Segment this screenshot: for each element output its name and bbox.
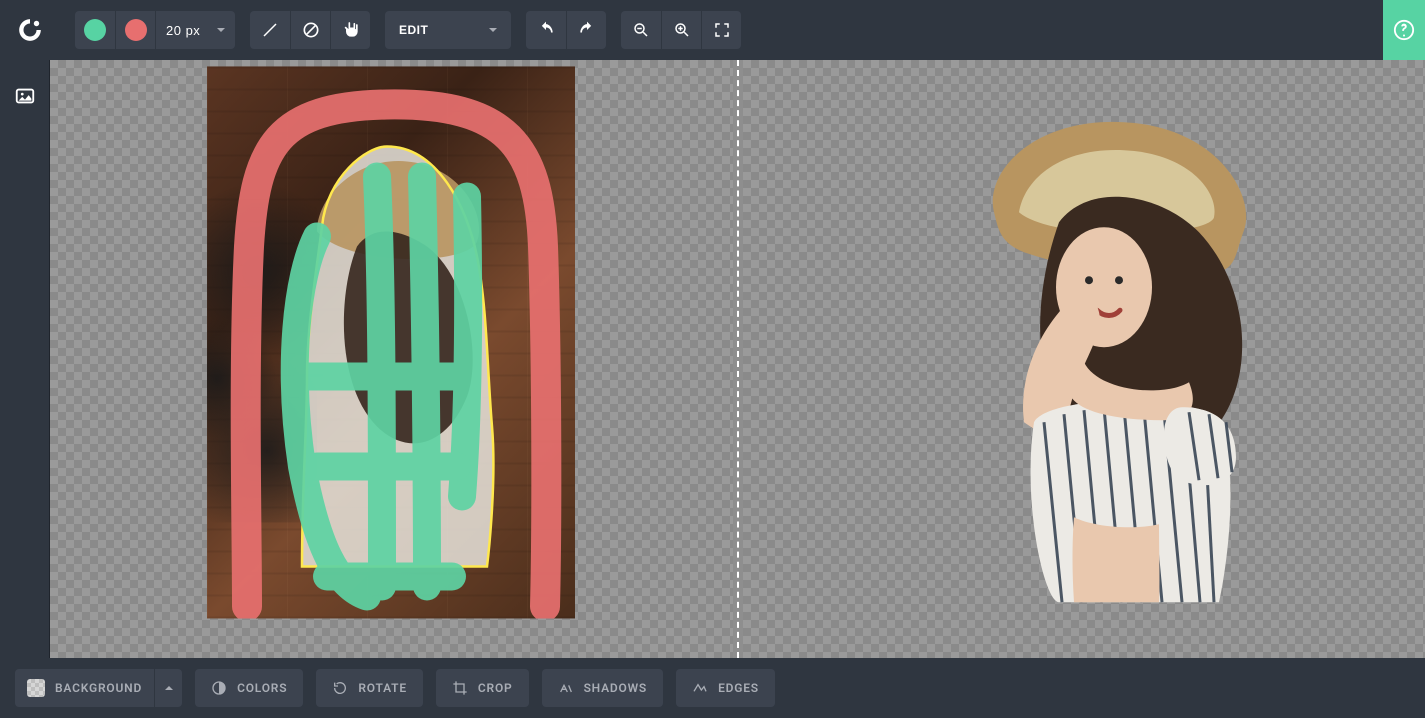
- edit-mode-dropdown[interactable]: EDIT: [385, 11, 511, 49]
- top-toolbar: 20 px EDIT: [0, 0, 1425, 60]
- shadows-label: SHADOWS: [584, 681, 648, 695]
- edit-mode-label: EDIT: [399, 23, 428, 37]
- fit-screen-button[interactable]: [701, 11, 741, 49]
- crop-icon: [452, 680, 468, 696]
- crop-button[interactable]: CROP: [436, 669, 529, 707]
- brush-size-dropdown[interactable]: 20 px: [155, 11, 235, 49]
- source-image: [207, 66, 575, 618]
- history-group: [526, 11, 606, 49]
- redo-button[interactable]: [566, 11, 606, 49]
- scalpel-tool-button[interactable]: [250, 11, 290, 49]
- edges-icon: [692, 680, 708, 696]
- result-image: [964, 62, 1264, 622]
- shadows-icon: [558, 680, 574, 696]
- marker-group: 20 px: [75, 11, 235, 49]
- images-sidebar-item[interactable]: [0, 76, 50, 116]
- transparency-icon: [27, 679, 45, 697]
- rotate-label: ROTATE: [358, 681, 407, 695]
- colors-button[interactable]: COLORS: [195, 669, 303, 707]
- pan-tool-button[interactable]: [330, 11, 370, 49]
- colors-label: COLORS: [237, 681, 287, 695]
- app-logo[interactable]: [0, 0, 60, 60]
- background-group: BACKGROUND: [15, 669, 182, 707]
- rotate-button[interactable]: ROTATE: [316, 669, 423, 707]
- shadows-button[interactable]: SHADOWS: [542, 669, 664, 707]
- left-sidebar: [0, 60, 50, 658]
- rotate-icon: [332, 680, 348, 696]
- edit-group: EDIT: [385, 11, 511, 49]
- chevron-up-icon: [165, 686, 173, 690]
- brush-size-label: 20 px: [166, 23, 200, 38]
- background-label: BACKGROUND: [55, 681, 142, 695]
- background-dropdown-toggle[interactable]: [154, 669, 182, 707]
- background-button[interactable]: BACKGROUND: [15, 669, 154, 707]
- zoom-in-button[interactable]: [661, 11, 701, 49]
- bottom-toolbar: BACKGROUND COLORS ROTATE CROP SHADOWS ED…: [0, 658, 1425, 718]
- source-panel[interactable]: [50, 60, 733, 658]
- chevron-down-icon: [217, 28, 225, 32]
- panel-divider[interactable]: [733, 60, 743, 658]
- main-area: [0, 60, 1425, 658]
- eraser-tool-button[interactable]: [290, 11, 330, 49]
- tool-group: [250, 11, 370, 49]
- zoom-group: [621, 11, 741, 49]
- workspace: [50, 60, 1425, 658]
- undo-button[interactable]: [526, 11, 566, 49]
- chevron-down-icon: [489, 28, 497, 32]
- help-button[interactable]: [1383, 0, 1425, 60]
- remove-marker-button[interactable]: [115, 11, 155, 49]
- keep-marker-button[interactable]: [75, 11, 115, 49]
- edges-label: EDGES: [718, 681, 759, 695]
- result-panel[interactable]: [743, 60, 1425, 658]
- image-icon: [14, 85, 36, 107]
- crop-label: CROP: [478, 681, 513, 695]
- contrast-icon: [211, 680, 227, 696]
- zoom-out-button[interactable]: [621, 11, 661, 49]
- edges-button[interactable]: EDGES: [676, 669, 775, 707]
